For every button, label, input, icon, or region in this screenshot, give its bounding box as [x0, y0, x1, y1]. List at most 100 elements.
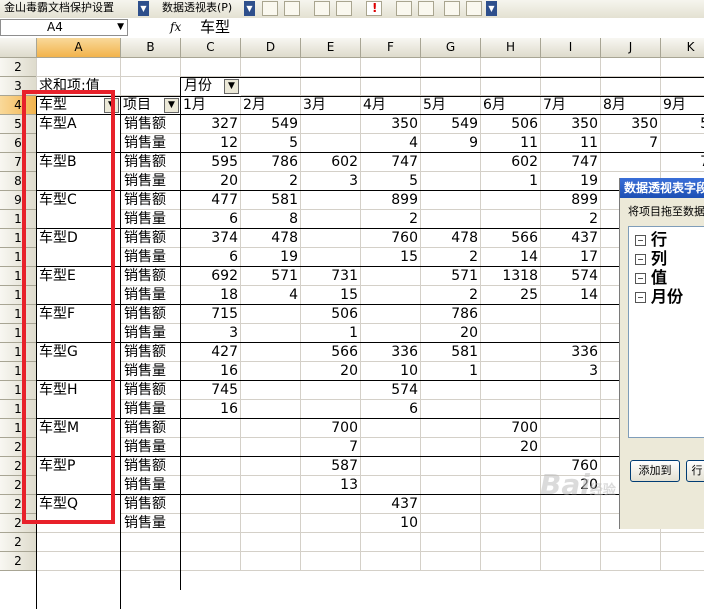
value-cell[interactable]: 745: [181, 381, 241, 400]
value-cell[interactable]: 350: [541, 115, 601, 134]
value-cell[interactable]: 700: [301, 419, 361, 438]
value-cell[interactable]: [181, 457, 241, 476]
column-header-h[interactable]: H: [481, 38, 541, 58]
value-cell[interactable]: 10: [361, 514, 421, 533]
value-cell[interactable]: 12: [181, 134, 241, 153]
value-cell[interactable]: 3: [301, 172, 361, 191]
value-cell[interactable]: 16: [181, 400, 241, 419]
value-cell[interactable]: 5: [241, 134, 301, 153]
value-cell[interactable]: 4: [241, 286, 301, 305]
value-cell[interactable]: [301, 381, 361, 400]
row-header[interactable]: 1: [0, 267, 37, 286]
value-cell[interactable]: 2: [241, 172, 301, 191]
car-type-label[interactable]: 车型D: [37, 229, 121, 248]
value-cell[interactable]: 899: [541, 191, 601, 210]
value-cell[interactable]: [181, 419, 241, 438]
value-cell[interactable]: 15: [301, 286, 361, 305]
show-field-list-icon[interactable]: [444, 1, 460, 16]
measure-label[interactable]: 销售量: [121, 324, 181, 343]
value-cell[interactable]: [481, 514, 541, 533]
value-cell[interactable]: [481, 362, 541, 381]
measure-label[interactable]: 销售额: [121, 457, 181, 476]
value-cell[interactable]: [301, 134, 361, 153]
month-header[interactable]: 8月: [601, 96, 661, 115]
field-item-column[interactable]: 列: [635, 249, 667, 269]
value-cell[interactable]: 581: [421, 343, 481, 362]
value-cell[interactable]: 11: [541, 134, 601, 153]
value-cell[interactable]: [481, 400, 541, 419]
value-cell[interactable]: [481, 305, 541, 324]
value-cell[interactable]: 731: [301, 267, 361, 286]
measure-label[interactable]: 销售量: [121, 400, 181, 419]
value-cell[interactable]: 747: [361, 153, 421, 172]
field-list-toggle-icon[interactable]: [466, 1, 482, 16]
value-cell[interactable]: [241, 438, 301, 457]
value-cell[interactable]: 15: [361, 248, 421, 267]
value-cell[interactable]: 2: [421, 286, 481, 305]
value-cell[interactable]: [241, 343, 301, 362]
value-cell[interactable]: [481, 324, 541, 343]
value-cell[interactable]: [181, 476, 241, 495]
measure-label[interactable]: 销售额: [121, 305, 181, 324]
value-cell[interactable]: [361, 324, 421, 343]
car-type-label[interactable]: 车型F: [37, 305, 121, 324]
value-cell[interactable]: 20: [421, 324, 481, 343]
value-cell[interactable]: 13: [301, 476, 361, 495]
value-cell[interactable]: [301, 514, 361, 533]
column-header-b[interactable]: B: [121, 38, 181, 58]
value-cell[interactable]: 19: [241, 248, 301, 267]
format-report-icon[interactable]: [262, 1, 278, 16]
measure-label[interactable]: 销售量: [121, 514, 181, 533]
value-cell[interactable]: 350: [361, 115, 421, 134]
value-cell[interactable]: [301, 229, 361, 248]
month-header[interactable]: 1月: [181, 96, 241, 115]
value-cell[interactable]: 574: [541, 267, 601, 286]
chart-wizard-icon[interactable]: [284, 1, 300, 16]
value-cell[interactable]: [421, 514, 481, 533]
value-cell[interactable]: 595: [181, 153, 241, 172]
value-cell[interactable]: 715: [181, 305, 241, 324]
value-cell[interactable]: [481, 495, 541, 514]
value-cell[interactable]: 6: [181, 248, 241, 267]
value-cell[interactable]: 700: [481, 419, 541, 438]
value-cell[interactable]: 336: [361, 343, 421, 362]
value-cell[interactable]: [301, 210, 361, 229]
value-cell[interactable]: [421, 210, 481, 229]
value-cell[interactable]: 8: [241, 210, 301, 229]
row-header[interactable]: 5: [0, 115, 37, 134]
value-cell[interactable]: [181, 438, 241, 457]
measure-label[interactable]: 销售额: [121, 229, 181, 248]
field-item-row[interactable]: 行: [635, 230, 667, 250]
value-cell[interactable]: 1: [301, 324, 361, 343]
column-header-e[interactable]: E: [301, 38, 361, 58]
value-cell[interactable]: 1: [481, 172, 541, 191]
row-header[interactable]: 1: [0, 210, 37, 229]
panel-title[interactable]: 数据透视表字段: [620, 178, 704, 198]
row-header[interactable]: 3: [0, 77, 37, 96]
car-type-label[interactable]: 车型B: [37, 153, 121, 172]
row-header[interactable]: 2: [0, 476, 37, 495]
measure-label[interactable]: 销售额: [121, 343, 181, 362]
value-cell[interactable]: 692: [181, 267, 241, 286]
value-cell[interactable]: [421, 172, 481, 191]
value-cell[interactable]: 477: [181, 191, 241, 210]
value-cell[interactable]: 2: [541, 210, 601, 229]
row-header[interactable]: 2: [0, 552, 37, 571]
measure-label[interactable]: 销售量: [121, 286, 181, 305]
measure-label[interactable]: 销售额: [121, 381, 181, 400]
value-cell[interactable]: [541, 514, 601, 533]
row-header[interactable]: 2: [0, 58, 37, 77]
field-checkbox-icon[interactable]: [635, 254, 646, 265]
value-cell[interactable]: 437: [541, 229, 601, 248]
value-cell[interactable]: 14: [541, 286, 601, 305]
value-cell[interactable]: 566: [301, 343, 361, 362]
value-cell[interactable]: [361, 419, 421, 438]
value-cell[interactable]: 20: [181, 172, 241, 191]
row-header[interactable]: 1: [0, 362, 37, 381]
value-cell[interactable]: 350: [601, 115, 661, 134]
column-header-d[interactable]: D: [241, 38, 301, 58]
value-cell[interactable]: 1: [421, 362, 481, 381]
row-header[interactable]: 2: [0, 438, 37, 457]
value-cell[interactable]: [241, 400, 301, 419]
measure-label[interactable]: 销售额: [121, 153, 181, 172]
